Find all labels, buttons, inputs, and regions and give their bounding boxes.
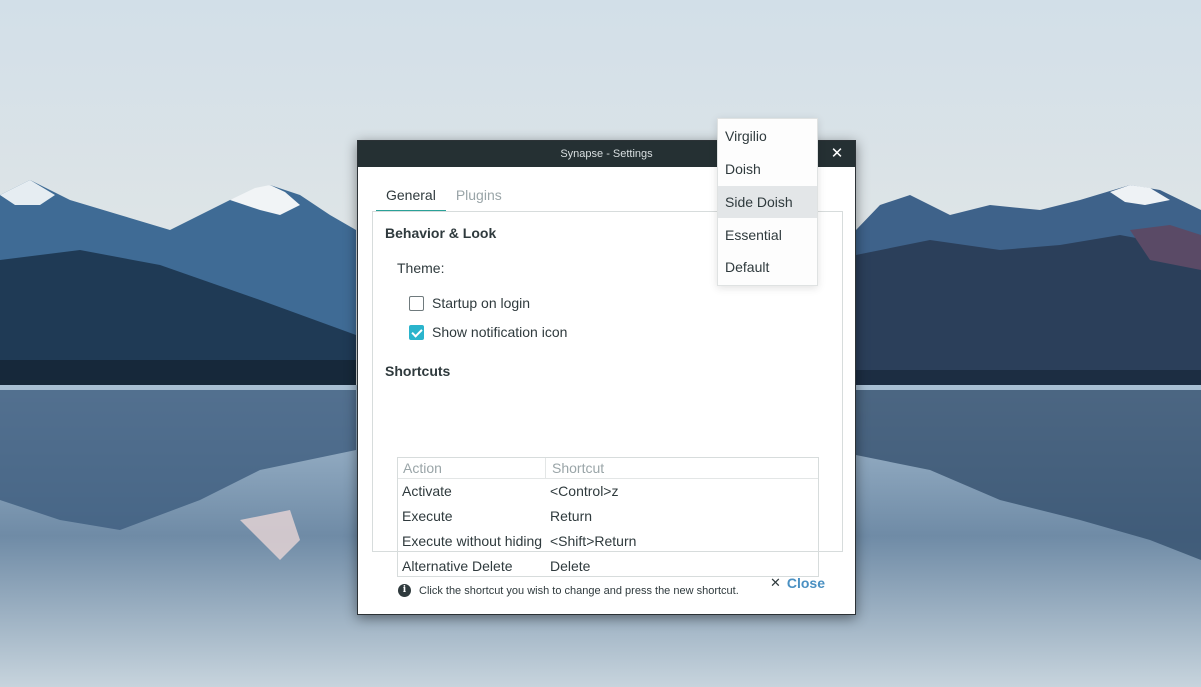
table-row[interactable]: Execute Return	[398, 504, 818, 529]
row-shortcut[interactable]: Return	[550, 508, 592, 524]
show-notification-icon-checkbox[interactable]: Show notification icon	[409, 324, 567, 340]
tab-bar: General Plugins	[376, 181, 512, 212]
row-action: Execute without hiding	[402, 533, 543, 549]
shortcut-hint: i Click the shortcut you wish to change …	[398, 584, 739, 597]
row-shortcut[interactable]: <Control>z	[550, 483, 618, 499]
close-button[interactable]: ✕ Close	[770, 575, 825, 591]
theme-label: Theme:	[397, 260, 445, 276]
window-title: Synapse - Settings	[560, 148, 653, 160]
row-action: Execute	[402, 508, 453, 524]
close-button-label: Close	[786, 575, 825, 591]
table-row[interactable]: Activate <Control>z	[398, 479, 818, 504]
theme-dropdown-menu: Virgilio Doish Side Doish Essential Defa…	[717, 118, 818, 286]
hint-text: Click the shortcut you wish to change an…	[419, 584, 739, 597]
shortcuts-section-title: Shortcuts	[385, 363, 451, 379]
info-icon: i	[398, 584, 411, 597]
shortcuts-table: Action Shortcut Activate <Control>z Exec…	[397, 457, 819, 577]
row-action: Alternative Delete	[402, 558, 513, 574]
startup-on-login-checkbox[interactable]: Startup on login	[409, 295, 530, 311]
table-row[interactable]: Execute without hiding <Shift>Return	[398, 529, 818, 554]
behavior-section-title: Behavior & Look	[385, 225, 497, 241]
table-row[interactable]: Alternative Delete Delete	[398, 554, 818, 577]
tab-general[interactable]: General	[376, 181, 446, 212]
startup-label: Startup on login	[432, 295, 531, 311]
notification-label: Show notification icon	[432, 324, 568, 340]
theme-option-doish[interactable]: Doish	[718, 153, 817, 185]
column-header-action[interactable]: Action	[398, 458, 546, 479]
startup-checkbox-box[interactable]	[409, 295, 424, 311]
tab-plugins[interactable]: Plugins	[446, 181, 512, 212]
table-header: Action Shortcut	[398, 458, 818, 479]
row-shortcut[interactable]: Delete	[550, 558, 590, 574]
theme-option-virgilio[interactable]: Virgilio	[718, 120, 817, 152]
close-icon: ✕	[769, 575, 781, 590]
window-close-icon[interactable]: ✕	[827, 141, 847, 167]
row-action: Activate	[402, 483, 452, 499]
row-shortcut[interactable]: <Shift>Return	[550, 533, 636, 549]
theme-option-essential[interactable]: Essential	[718, 219, 817, 251]
theme-option-side-doish[interactable]: Side Doish	[718, 186, 817, 218]
column-header-shortcut[interactable]: Shortcut	[546, 458, 604, 479]
notification-checkbox-box[interactable]	[409, 324, 424, 340]
theme-option-default[interactable]: Default	[718, 251, 817, 283]
